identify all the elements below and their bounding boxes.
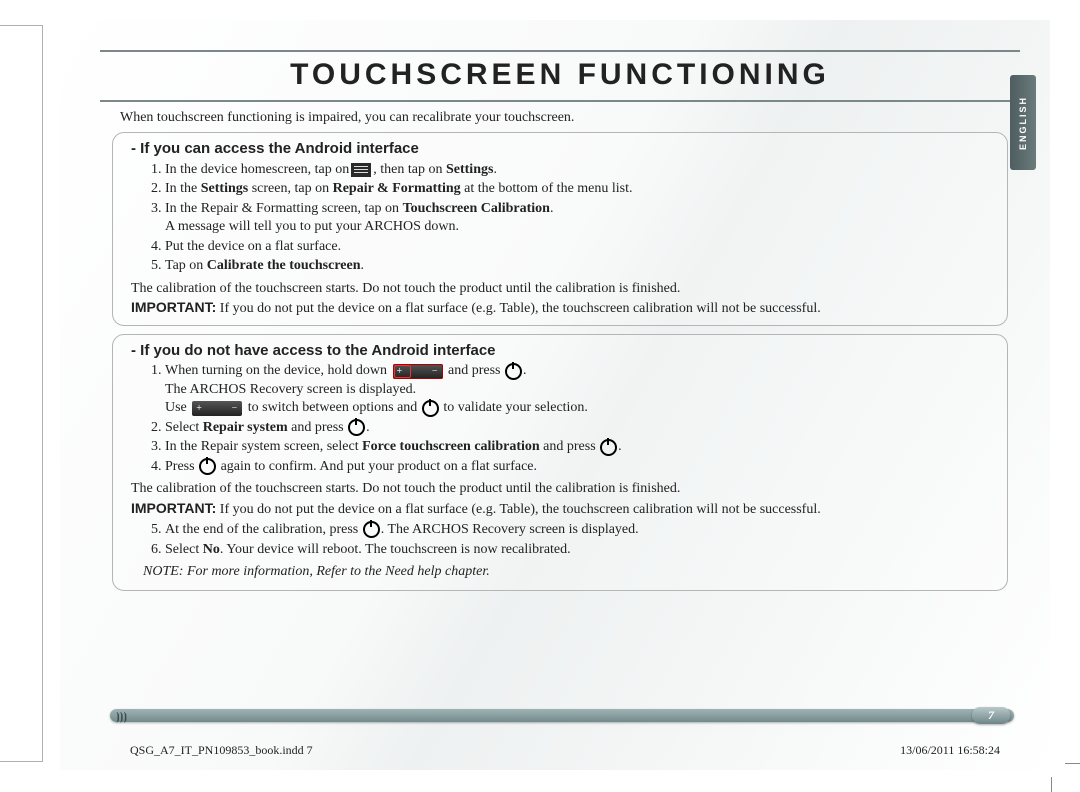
sa-step5: Tap on Calibrate the touchscreen.	[165, 257, 993, 275]
volume-rocker-icon: +−	[192, 401, 242, 416]
t: If you do not put the device on a flat s…	[216, 502, 820, 517]
t: In the device homescreen, tap on	[165, 162, 349, 177]
t: IMPORTANT:	[131, 500, 216, 516]
crop-mark-icon	[1065, 763, 1080, 764]
power-icon	[199, 458, 216, 475]
sb-important: IMPORTANT: If you do not put the device …	[131, 499, 993, 519]
sb-step4: Press again to confirm. And put your pro…	[165, 458, 993, 476]
footer-bar: ⦘⦘⦘ 7	[110, 709, 1014, 722]
volume-rocker-icon: +−	[393, 364, 443, 379]
t: to validate your selection.	[440, 400, 588, 415]
sa-step3: In the Repair & Formatting screen, tap o…	[165, 200, 993, 237]
t: In the Repair system screen, select	[165, 439, 362, 454]
t: Repair & Formatting	[333, 181, 461, 196]
power-icon	[505, 363, 522, 380]
t: Select	[165, 542, 203, 557]
title-bar: TOUCHSCREEN FUNCTIONING	[100, 50, 1020, 102]
t: In the Repair & Formatting screen, tap o…	[165, 201, 403, 216]
power-icon	[600, 439, 617, 456]
t: at the bottom of the menu list.	[461, 181, 633, 196]
section-no-access: If you do not have access to the Android…	[112, 334, 1008, 591]
t: to switch between options and	[244, 400, 421, 415]
sb-calib: The calibration of the touchscreen start…	[131, 480, 993, 498]
t: again to confirm. And put your product o…	[217, 459, 537, 474]
t: In the	[165, 181, 201, 196]
t: IMPORTANT:	[131, 299, 216, 315]
sa-step4: Put the device on a flat surface.	[165, 238, 993, 256]
t: .	[361, 258, 365, 273]
t: Use +− to switch between options and to …	[165, 399, 993, 417]
t: .	[550, 201, 554, 216]
section-a-heading: If you can access the Android interface	[131, 139, 993, 159]
sa-step1: In the device homescreen, tap on , then t…	[165, 161, 993, 179]
footer-ornament: ⦘⦘⦘	[116, 711, 127, 724]
t: At the end of the calibration, press	[165, 522, 362, 537]
menu-icon	[351, 163, 371, 177]
t: . Your device will reboot. The touchscre…	[220, 542, 571, 557]
language-tab: ENGLISH	[1010, 75, 1036, 170]
sa-important: IMPORTANT: If you do not put the device …	[131, 298, 993, 318]
intro-text: When touchscreen functioning is impaired…	[120, 110, 1000, 126]
t: and press	[540, 439, 600, 454]
t: .	[366, 420, 370, 435]
sb-step2: Select Repair system and press .	[165, 419, 993, 437]
t: Calibrate the touchscreen	[207, 258, 361, 273]
power-icon	[363, 521, 380, 538]
indesign-slug: QSG_A7_IT_PN109853_book.indd 7	[130, 743, 313, 758]
sb-step3: In the Repair system screen, select Forc…	[165, 438, 993, 456]
t: Force touchscreen calibration	[362, 439, 540, 454]
t: Touchscreen Calibration	[403, 201, 550, 216]
t: Settings	[446, 162, 493, 177]
page-number: 7	[972, 707, 1010, 724]
t: The ARCHOS Recovery screen is displayed.	[165, 381, 993, 399]
t: Settings	[201, 181, 248, 196]
t: screen, tap on	[248, 181, 332, 196]
crop-margin-left	[0, 25, 43, 762]
t: .	[493, 162, 497, 177]
t: Press	[165, 459, 198, 474]
sb-step5: At the end of the calibration, press . T…	[165, 521, 993, 539]
t: Select	[165, 420, 203, 435]
power-icon	[422, 400, 439, 417]
page: ENGLISH TOUCHSCREEN FUNCTIONING When tou…	[60, 20, 1050, 770]
sb-step1: When turning on the device, hold down +−…	[165, 362, 993, 417]
t: No	[203, 542, 220, 557]
page-title: TOUCHSCREEN FUNCTIONING	[100, 58, 1020, 92]
t: , then tap on	[373, 162, 446, 177]
indesign-timestamp: 13/06/2011 16:58:24	[900, 743, 1000, 758]
sb-step6: Select No. Your device will reboot. The …	[165, 541, 993, 559]
t: .	[618, 439, 622, 454]
power-icon	[348, 419, 365, 436]
t: and press	[445, 363, 505, 378]
section-b-heading: If you do not have access to the Android…	[131, 341, 993, 361]
crop-mark-icon	[1051, 777, 1052, 792]
sa-step2: In the Settings screen, tap on Repair & …	[165, 180, 993, 198]
sa-calib: The calibration of the touchscreen start…	[131, 280, 993, 298]
t: When turning on the device, hold down	[165, 363, 391, 378]
t: Repair system	[203, 420, 288, 435]
t: . The ARCHOS Recovery screen is displaye…	[381, 522, 639, 537]
t: and press	[288, 420, 348, 435]
note: NOTE: For more information, Refer to the…	[143, 563, 993, 581]
t: Use	[165, 400, 190, 415]
t: If you do not put the device on a flat s…	[216, 301, 820, 316]
t: .	[523, 363, 527, 378]
section-can-access: If you can access the Android interface …	[112, 132, 1008, 326]
t: A message will tell you to put your ARCH…	[165, 218, 993, 236]
t: Tap on	[165, 258, 207, 273]
